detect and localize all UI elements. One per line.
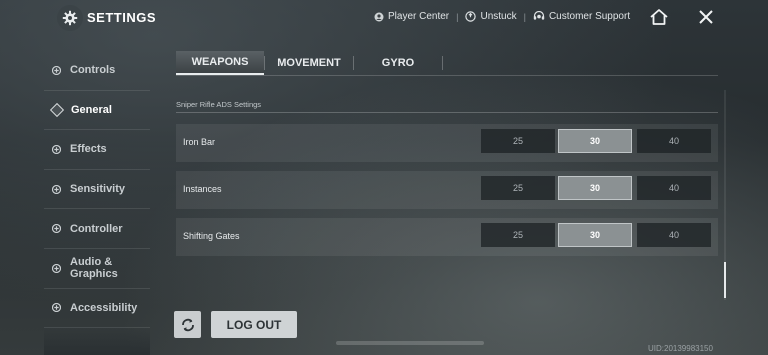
- player-center-label: Player Center: [388, 11, 450, 22]
- sidebar-item-label: Controller: [70, 222, 123, 235]
- top-links: Player Center | Unstuck | Customer Suppo…: [374, 11, 630, 22]
- sidebar-item-general[interactable]: General: [44, 91, 150, 131]
- unstuck-link[interactable]: Unstuck: [465, 11, 517, 22]
- sidebar-item-label: Controls: [70, 64, 116, 77]
- home-icon: [650, 9, 668, 25]
- logout-button[interactable]: LOG OUT: [211, 311, 297, 338]
- close-button[interactable]: [692, 6, 720, 28]
- plus-icon: [52, 303, 61, 313]
- tab-label: GYRO: [381, 57, 415, 69]
- link-divider: |: [456, 11, 459, 22]
- sidebar-nav: Controls General Effects Sensitivity Con…: [44, 51, 150, 329]
- home-button[interactable]: [645, 6, 673, 28]
- page-title: SETTINGS: [87, 10, 157, 25]
- sidebar-item-effects[interactable]: Effects: [44, 130, 150, 170]
- sidebar-item-accessibility[interactable]: Accessibility: [44, 289, 150, 329]
- tab-movement[interactable]: MOVEMENT: [265, 51, 353, 75]
- sidebar-item-sensitivity[interactable]: Sensitivity: [44, 170, 150, 210]
- section-divider: [176, 112, 718, 113]
- sidebar-item-label: Sensitivity: [70, 183, 126, 196]
- setting-label: Instances: [183, 184, 222, 194]
- tab-divider: [442, 56, 443, 70]
- option-button[interactable]: 40: [637, 223, 711, 247]
- diamond-icon: [49, 102, 65, 117]
- option-button[interactable]: 25: [481, 176, 555, 200]
- plus-icon: [52, 263, 61, 273]
- sidebar-fade: [44, 327, 150, 355]
- setting-row-instances: Instances 25 30 40: [176, 171, 718, 209]
- setting-row-shifting-gates: Shifting Gates 25 30 40: [176, 218, 718, 256]
- section-heading: Sniper Rifle ADS Settings: [176, 100, 262, 109]
- sidebar-item-audio-graphics[interactable]: Audio & Graphics: [44, 249, 150, 289]
- sidebar-item-controller[interactable]: Controller: [44, 209, 150, 249]
- option-button[interactable]: 25: [481, 129, 555, 153]
- setting-label: Iron Bar: [183, 137, 216, 147]
- sidebar-item-label: General: [71, 103, 112, 116]
- sidebar-item-label: Audio & Graphics: [70, 256, 118, 281]
- scrollbar-thumb[interactable]: [724, 262, 726, 298]
- customer-support-link[interactable]: Customer Support: [533, 11, 630, 22]
- customer-support-label: Customer Support: [548, 11, 631, 22]
- tab-label: MOVEMENT: [277, 57, 341, 69]
- option-button-selected[interactable]: 30: [558, 129, 632, 153]
- plus-icon: [52, 224, 61, 234]
- unstuck-icon: [465, 11, 477, 22]
- unstuck-label: Unstuck: [480, 11, 517, 22]
- sidebar-item-label: Effects: [70, 143, 107, 156]
- tab-label: WEAPONS: [191, 56, 249, 68]
- plus-icon: [52, 144, 61, 154]
- plus-icon: [52, 65, 61, 75]
- home-indicator-bar: [336, 341, 484, 345]
- setting-label: Shifting Gates: [183, 231, 240, 241]
- reset-button[interactable]: [174, 311, 201, 338]
- top-bar: SETTINGS Player Center | Unstuck | Custo…: [0, 0, 768, 36]
- tab-weapons[interactable]: WEAPONS: [176, 51, 264, 75]
- sidebar-item-label: Accessibility: [70, 301, 138, 314]
- option-button[interactable]: 40: [637, 176, 711, 200]
- plus-icon: [52, 184, 61, 194]
- option-button-selected[interactable]: 30: [558, 223, 632, 247]
- uid-label: UID:20139983150: [648, 344, 713, 353]
- close-icon: [699, 10, 713, 24]
- tab-gyro[interactable]: GYRO: [354, 51, 442, 75]
- option-button-selected[interactable]: 30: [558, 176, 632, 200]
- settings-gear-icon: [57, 5, 83, 31]
- support-icon: [533, 11, 545, 20]
- player-center-icon: [374, 12, 384, 21]
- reset-icon: [181, 318, 194, 331]
- player-center-link[interactable]: Player Center: [374, 11, 449, 22]
- tab-bar: WEAPONS MOVEMENT GYRO: [176, 51, 718, 76]
- link-divider: |: [523, 11, 526, 22]
- option-button[interactable]: 40: [637, 129, 711, 153]
- setting-row-iron-bar: Iron Bar 25 30 40: [176, 124, 718, 162]
- sidebar-item-controls[interactable]: Controls: [44, 51, 150, 91]
- option-button[interactable]: 25: [481, 223, 555, 247]
